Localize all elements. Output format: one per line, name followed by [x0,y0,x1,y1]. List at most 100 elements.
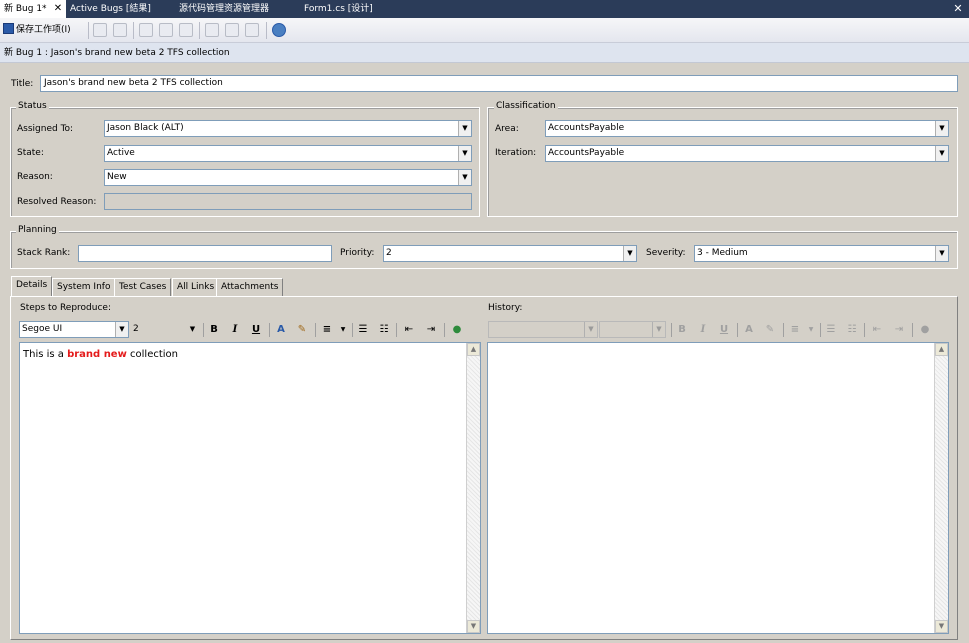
email-icon[interactable] [245,23,259,37]
stack-rank-field[interactable] [78,245,332,262]
bold-icon[interactable]: B [206,322,222,338]
scroll-up-icon[interactable]: ▲ [467,343,480,356]
steps-text-tail: collection [126,349,179,360]
tab-form-design[interactable]: Form1.cs [设计] [300,0,400,18]
tab-label: Form1.cs [设计] [304,4,373,14]
history-editor-toolbar: ▼ ▼ B I U A ✎ ≡ ▼ ☰ ☷ ⇤ ⇥ ● [487,320,948,340]
tab-all-links[interactable]: All Links [172,278,220,296]
italic-icon[interactable]: I [227,322,243,338]
chevron-down-icon[interactable]: ▼ [935,246,948,261]
underline-icon[interactable]: U [248,322,264,338]
severity-value: 3 - Medium [697,248,748,258]
history-label: History: [488,303,523,313]
font-family-value: Segoe UI [22,324,63,334]
toolbar-separator [783,323,784,337]
priority-label: Priority: [340,248,375,258]
project-icon[interactable] [225,23,239,37]
undo-icon[interactable] [113,23,127,37]
copy-icon[interactable] [159,23,173,37]
help-icon[interactable] [272,23,286,37]
state-value: Active [107,148,135,158]
close-icon[interactable]: ✕ [951,2,965,16]
toolbar-separator [444,323,445,337]
toolbar-separator [671,323,672,337]
decrease-indent-icon[interactable]: ⇤ [401,322,417,338]
history-font-size-combo: ▼ [599,321,666,338]
area-label: Area: [495,124,519,134]
vertical-scrollbar[interactable]: ▲ ▼ [934,343,948,633]
tab-active-bugs[interactable]: Active Bugs [結果] [66,0,174,18]
tab-label: 源代码管理资源管理器 [179,4,270,14]
new-linked-item-icon[interactable] [139,23,153,37]
assigned-to-combo[interactable]: Jason Black (ALT) ▼ [104,120,472,137]
bold-icon: B [678,324,686,335]
tab-label: 新 Bug 1* [4,4,47,14]
chevron-down-icon: ▼ [808,326,814,333]
steps-label: Steps to Reproduce: [20,303,111,313]
save-label: 保存工作项(I) [16,25,71,35]
decrease-indent-icon: ⇤ [872,324,882,335]
tab-attachments[interactable]: Attachments [216,278,284,296]
link-icon[interactable] [179,23,193,37]
font-size-combo[interactable]: 2 ▼ [130,321,200,338]
chevron-down-icon: ▼ [584,322,597,337]
breadcrumb: 新 Bug 1 : Jason's brand new beta 2 TFS c… [0,43,969,63]
chevron-down-icon[interactable]: ▼ [623,246,636,261]
priority-combo[interactable]: 2 ▼ [383,245,637,262]
save-icon [3,23,14,34]
area-combo[interactable]: AccountsPayable ▼ [545,120,949,137]
toolbar-separator [266,22,267,39]
iteration-combo[interactable]: AccountsPayable ▼ [545,145,949,162]
steps-editor-toolbar: Segoe UI ▼ 2 ▼ B I U A ✎ ≡ ▼ ☰ ☷ ⇤ ⇥ ● [19,320,480,340]
increase-indent-icon[interactable]: ⇥ [423,322,439,338]
chevron-down-icon[interactable]: ▼ [458,121,471,136]
title-label: Title: [11,79,34,89]
history-editor[interactable]: ▲ ▼ [487,342,949,634]
italic-icon: I [700,324,706,335]
vertical-scrollbar[interactable]: ▲ ▼ [466,343,480,633]
stack-rank-label: Stack Rank: [17,248,71,258]
tab-new-bug[interactable]: 新 Bug 1* ✕ [0,0,66,18]
highlight-icon[interactable]: ✎ [294,322,310,338]
severity-combo[interactable]: 3 - Medium ▼ [694,245,949,262]
chevron-down-icon[interactable]: ▼ [115,322,128,337]
close-icon[interactable]: ✕ [52,3,64,15]
steps-text: This is a brand new collection [23,349,178,360]
refresh-icon[interactable] [93,23,107,37]
align-icon[interactable]: ≡ [319,322,335,338]
iteration-value: AccountsPayable [548,148,625,158]
scroll-up-icon[interactable]: ▲ [935,343,948,356]
chevron-down-icon[interactable]: ▼ [458,146,471,161]
chevron-down-icon[interactable]: ▼ [335,322,351,338]
scroll-down-icon[interactable]: ▼ [935,620,948,633]
font-family-combo[interactable]: Segoe UI ▼ [19,321,129,338]
tab-system-info[interactable]: System Info [52,278,116,296]
chevron-down-icon[interactable]: ▼ [935,146,948,161]
save-work-item-button[interactable]: 保存工作项(I) [3,22,71,39]
chevron-down-icon[interactable]: ▼ [186,322,199,337]
severity-label: Severity: [646,248,686,258]
toolbar-separator [315,323,316,337]
tab-details[interactable]: Details [11,276,53,297]
chevron-down-icon[interactable]: ▼ [935,121,948,136]
state-combo[interactable]: Active ▼ [104,145,472,162]
document-tab-strip: 新 Bug 1* ✕ Active Bugs [結果] 源代码管理资源管理器 F… [0,0,969,18]
toolbar-separator [269,323,270,337]
tab-test-cases[interactable]: Test Cases [114,278,172,296]
steps-editor[interactable]: This is a brand new collection ▲ ▼ [19,342,481,634]
reason-combo[interactable]: New ▼ [104,169,472,186]
numbered-list-icon[interactable]: ☷ [376,322,392,338]
bullet-list-icon[interactable]: ☰ [355,322,371,338]
font-size-value: 2 [133,324,139,334]
chevron-down-icon[interactable]: ▼ [458,170,471,185]
planning-legend: Planning [16,225,59,235]
scroll-down-icon[interactable]: ▼ [467,620,480,633]
toolbar-separator [203,323,204,337]
tab-source-control[interactable]: 源代码管理资源管理器 [175,0,299,18]
font-color-icon[interactable]: A [273,322,289,338]
hyperlink-icon[interactable]: ● [449,322,465,338]
excel-icon[interactable] [205,23,219,37]
toolbar-separator [820,323,821,337]
title-field[interactable]: Jason's brand new beta 2 TFS collection [40,75,958,92]
toolbar-separator [737,323,738,337]
